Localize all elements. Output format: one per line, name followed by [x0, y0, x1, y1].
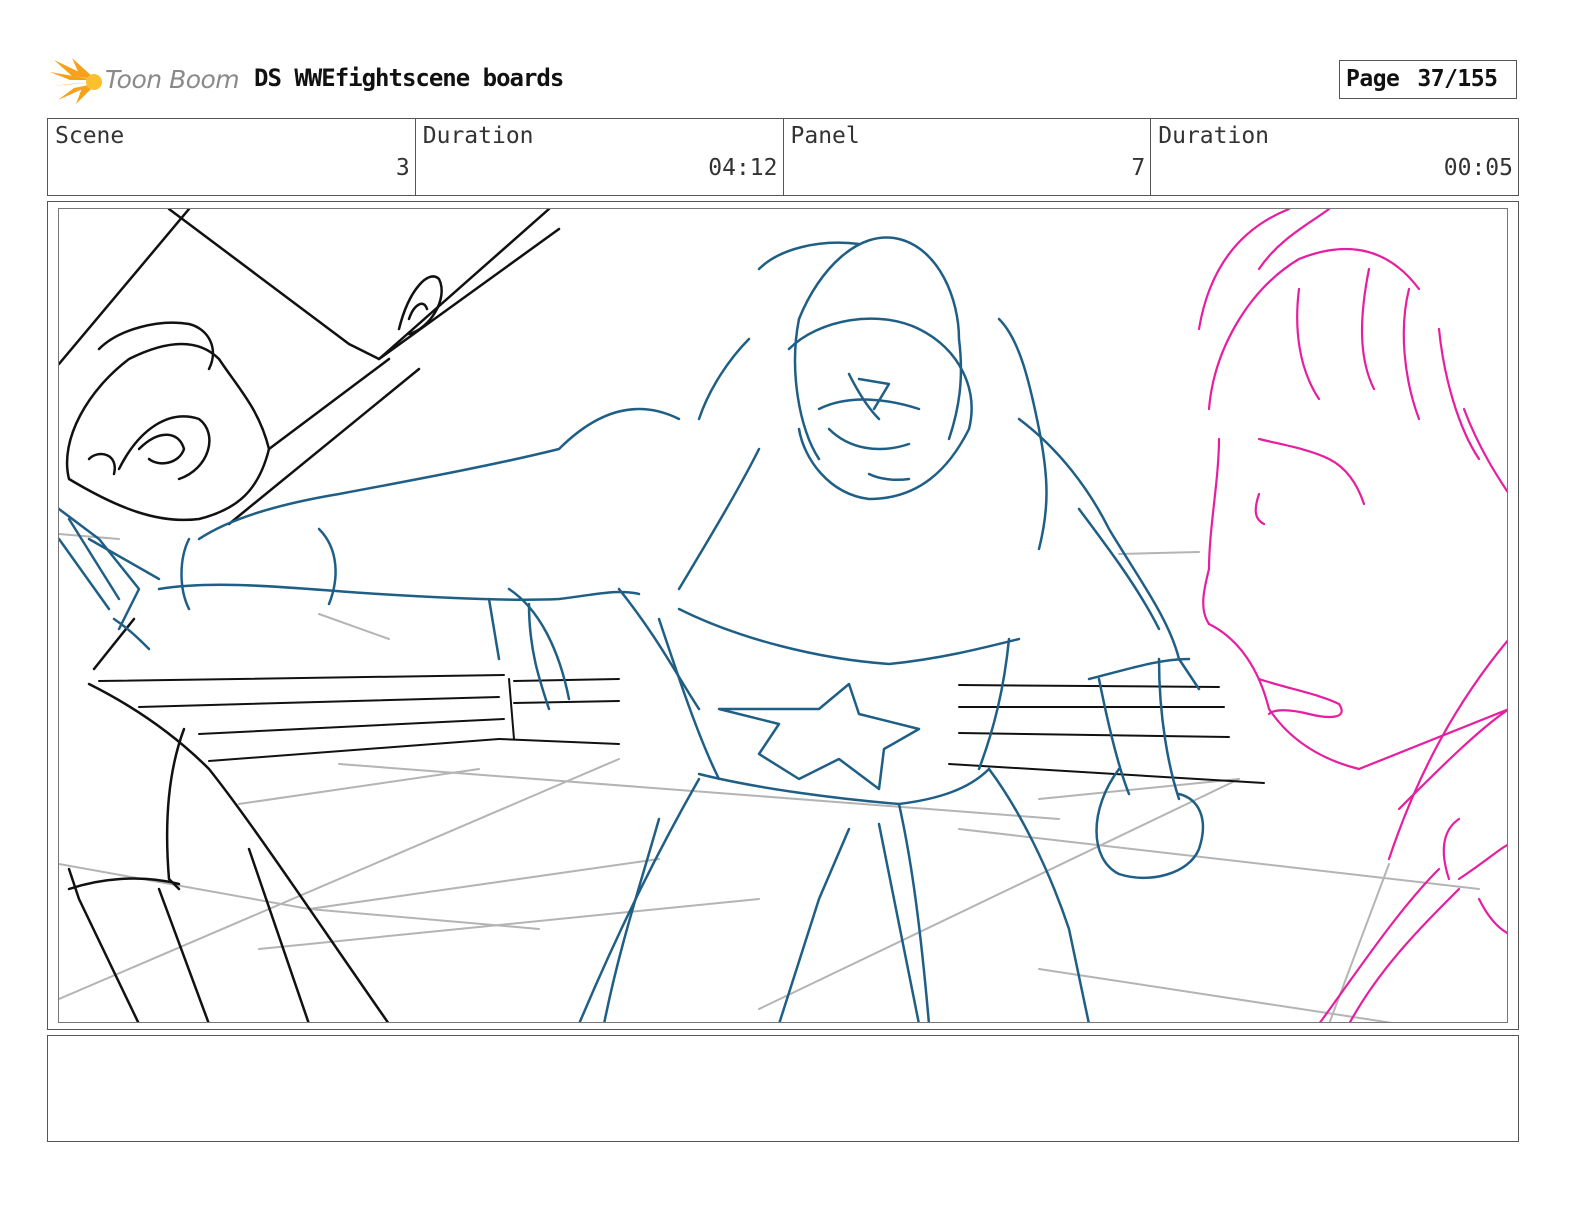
scene-duration-cell: Duration 04:12	[416, 119, 784, 195]
panel-duration-cell: Duration 00:05	[1151, 119, 1518, 195]
panel-duration-value: 00:05	[1443, 155, 1513, 181]
wrestler-character-sketch	[59, 236, 1205, 1022]
panel-notes-box	[47, 1035, 1519, 1142]
panel-value: 7	[1131, 155, 1146, 181]
scene-cell: Scene 3	[48, 119, 416, 195]
panel-duration-label: Duration	[1158, 123, 1270, 149]
panel-label: Panel	[790, 123, 860, 149]
document-title: DS WWEfightscene boards	[254, 64, 564, 92]
panel-cell: Panel 7	[784, 119, 1152, 195]
right-character-sketch	[1197, 209, 1507, 1022]
storyboard-panel-image	[58, 208, 1508, 1023]
starburst-icon	[50, 58, 102, 104]
ring-ropes-sketch	[98, 674, 1265, 784]
ring-floor-sketch	[59, 533, 1480, 1022]
scene-value: 3	[395, 155, 410, 181]
scene-duration-value: 04:12	[708, 155, 778, 181]
scene-label: Scene	[55, 123, 125, 149]
page-indicator: Page 37/155	[1339, 60, 1517, 99]
scene-duration-label: Duration	[422, 123, 534, 149]
scene-info-row: Scene 3 Duration 04:12 Panel 7 Duration …	[47, 118, 1519, 196]
page-label: Page	[1346, 66, 1400, 92]
logo-text: Toon Boom	[105, 65, 240, 94]
left-character-sketch	[59, 209, 561, 1022]
page-number: 37/155	[1417, 66, 1498, 92]
